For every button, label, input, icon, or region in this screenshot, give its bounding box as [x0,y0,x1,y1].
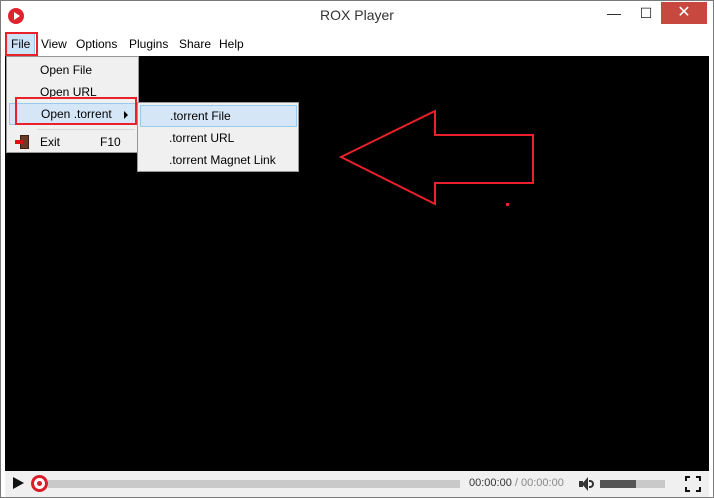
time-display: 00:00:00 / 00:00:00 [469,477,564,489]
volume-icon[interactable] [579,477,595,491]
rox-player-window: ROX Player — ☐ ✕ File View Options Plugi… [0,0,714,498]
close-button[interactable]: ✕ [661,2,707,24]
submenu-torrent-file[interactable]: .torrent File [140,105,297,127]
annotation-arrow-icon [338,109,534,206]
playback-control-bar: 00:00:00 / 00:00:00 [5,471,709,497]
menu-exit-shortcut: F10 [100,135,121,149]
volume-level [600,480,636,488]
seek-knob[interactable] [31,475,48,492]
file-menu-highlight-box [5,32,38,56]
open-torrent-highlight-box [15,97,137,125]
submenu-torrent-url[interactable]: .torrent URL [140,127,297,149]
time-separator: / [511,477,521,489]
exit-door-icon [15,135,29,149]
menu-bar: File View Options Plugins Share Help [1,33,713,55]
menu-plugins[interactable]: Plugins [125,33,172,55]
menu-exit[interactable]: Exit F10 [9,131,137,153]
menu-open-file[interactable]: Open File [9,59,137,81]
fullscreen-icon[interactable] [685,476,701,492]
menu-help[interactable]: Help [215,33,248,55]
current-time: 00:00:00 [469,477,512,489]
menu-exit-label: Exit [40,135,61,149]
minimize-button[interactable]: — [599,1,629,27]
menu-separator [37,129,135,130]
menu-options[interactable]: Options [72,33,121,55]
volume-slider[interactable] [600,480,665,488]
menu-open-file-label: Open File [40,63,93,77]
menu-view[interactable]: View [37,33,71,55]
seek-bar[interactable] [48,480,460,488]
torrent-submenu: .torrent File .torrent URL .torrent Magn… [137,102,299,172]
maximize-button[interactable]: ☐ [631,1,661,27]
play-icon[interactable] [13,477,24,489]
title-bar: ROX Player — ☐ ✕ [1,1,713,31]
submenu-torrent-magnet-link[interactable]: .torrent Magnet Link [140,149,297,171]
menu-share[interactable]: Share [175,33,215,55]
total-time: 00:00:00 [521,477,564,489]
